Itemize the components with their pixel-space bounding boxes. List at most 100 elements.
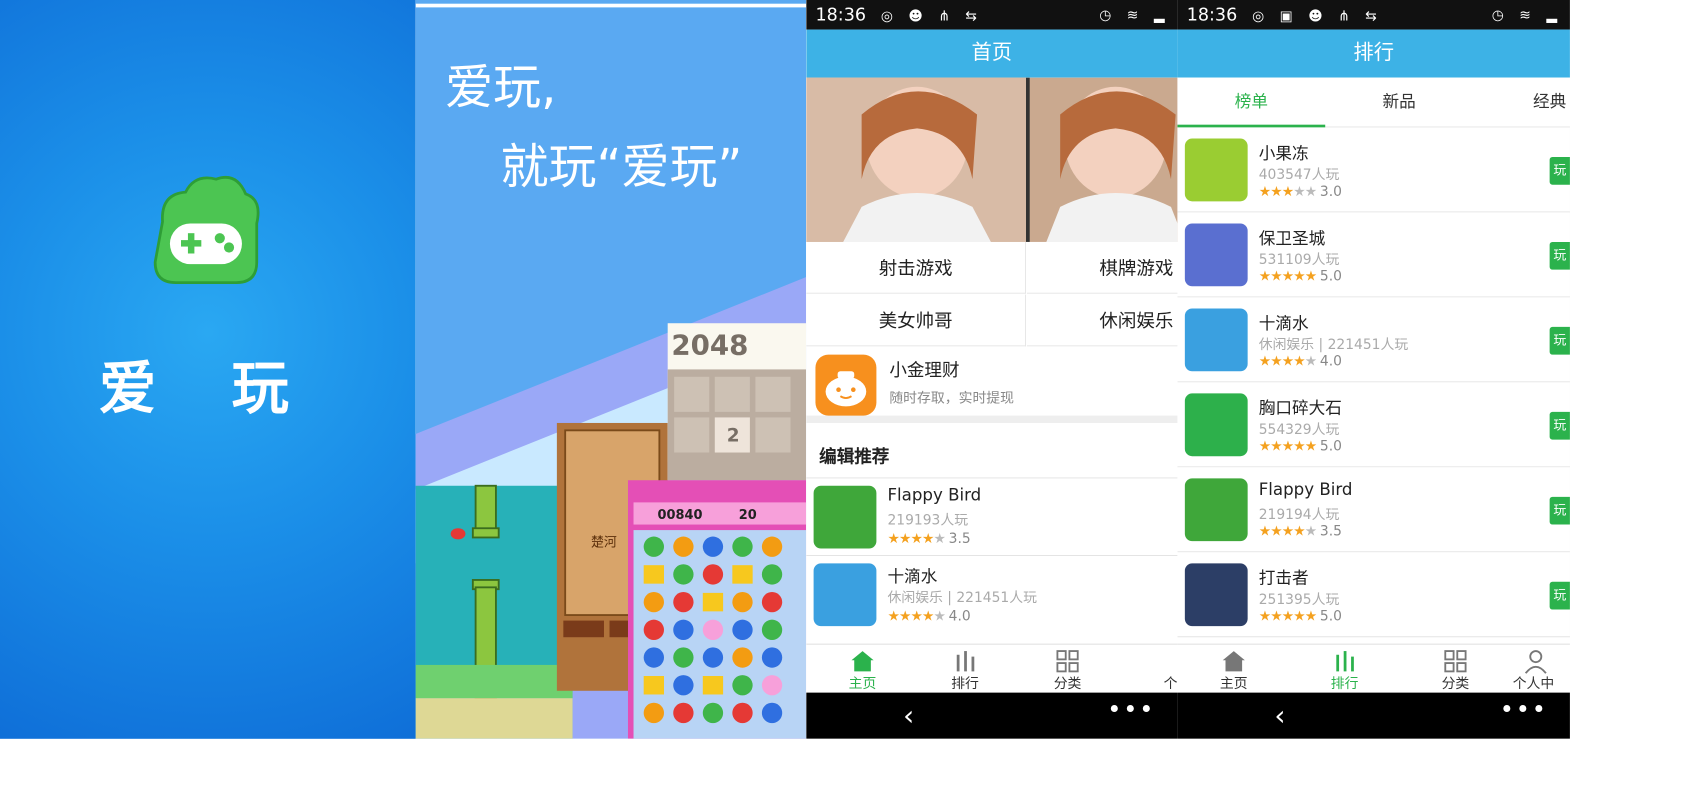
tab-profile[interactable]: 个: [1124, 645, 1178, 694]
home-icon: [851, 651, 874, 672]
play-button[interactable]: 玩: [1549, 156, 1570, 185]
game-name: 小果冻: [1258, 144, 1309, 164]
ranking-screen: 18:36 ◎ ▣ ☻ ⋔ ⇆ ◷ ≋ ▂ 排行 榜单 新品 经典 小果冻 40…: [1177, 0, 1570, 739]
list-item[interactable]: 小果冻 403547人玩 ★★★★★ 3.0 玩: [1177, 127, 1570, 213]
game-meta: 休闲娱乐 | 221451人玩: [887, 589, 1037, 606]
play-button[interactable]: 玩: [1549, 581, 1570, 610]
game-icon: [813, 563, 877, 627]
game-name: 十滴水: [887, 567, 938, 587]
tab-label: 排行: [1330, 675, 1359, 692]
game-name: 保卫圣城: [1258, 229, 1326, 249]
rating-score: 3.5: [948, 530, 971, 547]
tab-category[interactable]: 分类: [1021, 645, 1113, 694]
rating-stars: ★★★★★ 4.0: [887, 607, 971, 625]
banner-photo: [806, 77, 1178, 242]
home-banner[interactable]: [806, 77, 1178, 242]
rating-score: 3.5: [1319, 522, 1342, 540]
game-meta: 休闲娱乐 | 221451人玩: [1258, 336, 1409, 353]
menu-dots-icon[interactable]: •••: [1500, 696, 1548, 724]
rating-stars: ★★★★★ 5.0: [1258, 437, 1342, 455]
ranking-subtabs: 榜单 新品 经典: [1177, 77, 1570, 128]
signal-icons: ◷ ≋ ▂: [1491, 6, 1563, 24]
system-nav-bar: ‹ •••: [1177, 692, 1570, 739]
category-beauty[interactable]: 美女帅哥: [806, 294, 1027, 347]
list-item[interactable]: 打击者 251395人玩 ★★★★★ 5.0 玩: [1177, 552, 1570, 638]
rating-stars: ★★★★★ 5.0: [1258, 607, 1342, 625]
slogan-line-2: 就玩“爱玩”: [500, 139, 743, 195]
play-button[interactable]: 玩: [1549, 326, 1570, 355]
list-item[interactable]: 胸口碎大石 554329人玩 ★★★★★ 5.0 玩: [1177, 382, 1570, 468]
tab-home[interactable]: 主页: [816, 645, 908, 694]
list-item[interactable]: 十滴水 休闲娱乐 | 221451人玩 ★★★★★ 4.0: [806, 555, 1178, 633]
section-title: 编辑推荐: [819, 446, 890, 468]
category-shooting[interactable]: 射击游戏: [806, 241, 1027, 294]
bottom-tab-bar: 主页 排行 分类 个人中: [1177, 643, 1570, 694]
tab-ranking[interactable]: 排行: [919, 645, 1011, 694]
game-meta: 219193人玩: [887, 511, 969, 529]
play-button[interactable]: 玩: [1549, 496, 1570, 525]
category-casual[interactable]: 休闲娱乐: [1026, 295, 1178, 347]
list-item[interactable]: 十滴水 休闲娱乐 | 221451人玩 ★★★★★ 4.0 玩: [1177, 297, 1570, 383]
rating-score: 4.0: [948, 607, 971, 625]
game-name: Flappy Bird: [1258, 480, 1353, 500]
recommended-list: Flappy Bird 219193人玩 ★★★★★ 3.5 十滴水 休闲娱乐 |…: [806, 477, 1178, 633]
tab-ranking[interactable]: 排行: [1298, 645, 1390, 694]
finance-promo[interactable]: 小金理财 随时存取，实时提现: [806, 349, 1178, 423]
tab-label: 分类: [1441, 675, 1470, 692]
subtab-chart[interactable]: 榜单: [1177, 78, 1326, 128]
back-icon[interactable]: ‹: [903, 700, 914, 732]
list-item[interactable]: 保卫圣城 531109人玩 ★★★★★ 5.0 玩: [1177, 212, 1570, 298]
tab-label: 个人中: [1512, 675, 1555, 692]
page-title: 排行: [1177, 29, 1570, 78]
rating-score: 5.0: [1319, 437, 1342, 455]
game-meta: 554329人玩: [1258, 421, 1340, 438]
subtab-new[interactable]: 新品: [1325, 78, 1473, 128]
status-time: 18:36: [815, 4, 867, 25]
game-icon: [1184, 308, 1248, 372]
svg-text:2: 2: [727, 425, 740, 446]
game-icon: [1184, 393, 1248, 457]
ranking-list: 小果冻 403547人玩 ★★★★★ 3.0 玩 保卫圣城 531109人玩 ★★…: [1177, 127, 1570, 638]
status-time: 18:36: [1186, 4, 1238, 25]
notification-icons: ◎ ▣ ☻ ⋔ ⇆: [1252, 7, 1383, 25]
tab-category[interactable]: 分类: [1409, 645, 1501, 694]
category-grid: 射击游戏 棋牌游戏 美女帅哥 休闲娱乐: [806, 241, 1178, 348]
play-button[interactable]: 玩: [1549, 411, 1570, 440]
tab-label: 分类: [1053, 675, 1082, 692]
game-name: 胸口碎大石: [1258, 398, 1342, 419]
rating-score: 3.0: [1319, 182, 1342, 200]
list-item[interactable]: Flappy Bird 219194人玩 ★★★★★ 3.5 玩: [1177, 467, 1570, 553]
status-bar: 18:36 ◎ ☻ ⋔ ⇆ ◷ ≋ ▂: [806, 0, 1178, 30]
page-title: 首页: [806, 29, 1178, 78]
grid-icon: [1444, 650, 1467, 673]
rating-stars: ★★★★★ 3.0: [1258, 182, 1342, 200]
tab-home[interactable]: 主页: [1188, 645, 1280, 694]
rating-score: 5.0: [1319, 607, 1342, 625]
svg-text:2048: 2048: [671, 329, 748, 362]
rating-stars: ★★★★★ 3.5: [887, 530, 971, 547]
svg-text:00840: 00840: [658, 508, 703, 523]
promo-title: 小金理财: [889, 360, 960, 381]
tab-profile[interactable]: 个人中: [1505, 645, 1570, 694]
ranking-icon: [956, 651, 975, 672]
rating-stars: ★★★★★ 5.0: [1258, 267, 1342, 285]
play-button[interactable]: 玩: [1549, 241, 1570, 270]
tab-label: 主页: [1219, 675, 1248, 692]
ranking-icon: [1336, 651, 1354, 672]
tab-label: 主页: [848, 675, 877, 692]
rating-stars: ★★★★★ 3.5: [1258, 522, 1342, 540]
game-name: Flappy Bird: [887, 485, 982, 506]
back-icon[interactable]: ‹: [1274, 700, 1285, 732]
game-icon: [1184, 138, 1248, 202]
category-chess-cards[interactable]: 棋牌游戏: [1026, 242, 1178, 294]
tab-label: 个: [1163, 675, 1178, 692]
home-screen: 18:36 ◎ ☻ ⋔ ⇆ ◷ ≋ ▂ 首页 射击游戏 棋牌游戏 美女帅哥 休闲…: [806, 0, 1178, 739]
subtab-classic[interactable]: 经典: [1478, 78, 1570, 128]
bottom-tab-bar: 主页 排行 分类 个: [806, 643, 1178, 694]
splash-screen: 爱 玩: [0, 0, 416, 739]
slogan-line-1: 爱玩,: [445, 60, 557, 116]
menu-dots-icon[interactable]: •••: [1107, 696, 1155, 724]
list-item[interactable]: Flappy Bird 219193人玩 ★★★★★ 3.5: [806, 477, 1178, 555]
game-icon: [1184, 223, 1248, 287]
rating-score: 4.0: [1319, 352, 1342, 370]
